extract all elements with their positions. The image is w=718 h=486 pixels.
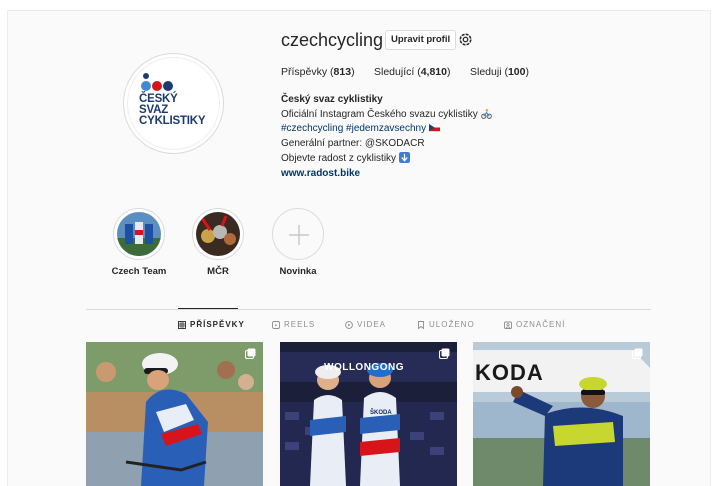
gear-icon[interactable] [458,32,473,47]
grid-icon [178,320,186,329]
tab-posts[interactable]: PŘÍSPĚVKY [178,320,245,329]
carousel-icon [439,348,450,359]
bio-name: Český svaz cyklistiky [281,94,383,105]
carousel-icon [632,348,643,359]
tab-reels[interactable]: REELS [272,320,315,329]
following-stat[interactable]: Sleduji (100) [470,66,529,78]
plus-icon [289,225,309,245]
tab-tagged[interactable]: OZNAČENÍ [504,320,565,329]
highlight-new[interactable]: Novinka [266,208,330,277]
carousel-icon [245,348,256,359]
avatar[interactable]: ČESKÝ SVAZ CYKLISTIKY [127,57,220,150]
bio-line-4: Objevte radost z cyklistiky [281,151,492,167]
medals-photo-icon [196,212,240,256]
down-arrow-emoji-icon [398,151,410,163]
bookmark-icon [418,320,424,329]
post-jersey-text: ŠKODA [370,410,392,416]
website-link[interactable]: www.radost.bike [281,167,492,182]
tab-videos[interactable]: VIDEA [345,320,386,329]
posts-stat[interactable]: Příspěvky (813) [281,66,355,78]
tag-icon [504,321,512,329]
cyclist-emoji-icon [480,108,492,119]
post-photo-cyclist-icon [86,342,263,486]
bio-line: Oficiální Instagram Českého svazu cyklis… [281,108,492,123]
bio-hashtags: #czechcycling #jedemzavsechny [281,122,492,137]
post-tile[interactable]: WOLLONGONG ŠKODA [280,342,457,486]
post-banner-text: WOLLONGONG [324,362,404,373]
video-icon [345,320,353,329]
czech-flag-icon [428,124,440,132]
profile-bio: Český svaz cyklistiky Oficiální Instagra… [281,93,492,181]
reels-icon [272,320,280,329]
logo-dots-icon [141,73,173,91]
team-photo-icon [117,212,161,256]
followers-stat[interactable]: Sledující (4,810) [374,66,450,78]
active-tab-indicator [178,308,238,309]
bio-partner: Generální partner: @SKODACR [281,138,425,150]
logo-text: ČESKÝ SVAZ CYKLISTIKY [139,93,206,127]
post-tile[interactable] [86,342,263,486]
username: czechcycling [281,30,384,50]
highlight-mcr[interactable]: MČR [186,208,250,277]
tabs-divider [86,309,651,310]
tab-saved[interactable]: ULOŽENO [417,320,475,329]
edit-profile-button[interactable]: Upravit profil [385,30,457,50]
post-tile[interactable]: KODA [473,342,650,486]
highlight-czech-team[interactable]: Czech Team [107,208,171,277]
post-banner-text: KODA [475,360,544,385]
